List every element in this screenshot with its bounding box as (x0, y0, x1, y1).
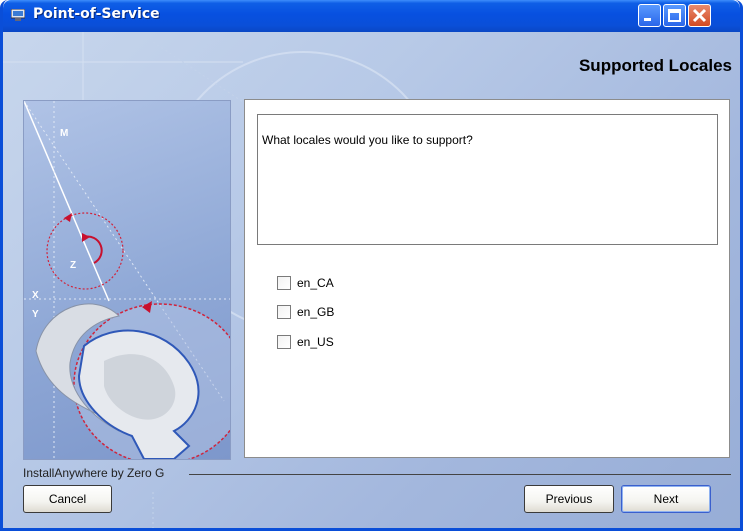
minimize-button[interactable] (638, 4, 661, 27)
window-title: Point-of-Service (33, 6, 160, 22)
window-body: Supported Locales M Z X Y What locales w… (3, 32, 740, 528)
next-button[interactable]: Next (621, 485, 711, 513)
prompt-box: What locales would you like to support? (257, 114, 718, 245)
prompt-text: What locales would you like to support? (262, 133, 473, 147)
title-bar[interactable]: Point-of-Service (3, 0, 740, 32)
content-panel: What locales would you like to support? … (244, 99, 730, 458)
divider (189, 474, 731, 475)
footer-separator: InstallAnywhere by Zero G (23, 466, 731, 480)
checkbox[interactable] (277, 335, 291, 349)
checkbox[interactable] (277, 276, 291, 290)
axis-label-z: Z (70, 260, 76, 271)
checkbox-label[interactable]: en_CA (297, 276, 334, 290)
maximize-button[interactable] (663, 4, 686, 27)
installer-graphic: M Z X Y (23, 100, 231, 460)
close-button[interactable] (688, 4, 711, 27)
close-icon (692, 8, 707, 23)
minimize-icon (644, 18, 651, 21)
cancel-button[interactable]: Cancel (23, 485, 112, 513)
installer-icon (11, 9, 25, 21)
axis-label-y: Y (32, 309, 39, 320)
axis-label-m: M (60, 128, 68, 139)
page-heading: Supported Locales (578, 56, 732, 75)
previous-button[interactable]: Previous (524, 485, 614, 513)
wrench-graphic: M Z X Y (24, 101, 230, 459)
checkbox-label[interactable]: en_US (297, 335, 334, 349)
checkbox[interactable] (277, 305, 291, 319)
axis-label-x: X (32, 290, 39, 301)
vendor-label: InstallAnywhere by Zero G (23, 466, 165, 480)
checkbox-label[interactable]: en_GB (297, 305, 334, 319)
maximize-icon (668, 9, 681, 22)
installer-window: Point-of-Service Supported Locales M Z X… (0, 0, 743, 531)
